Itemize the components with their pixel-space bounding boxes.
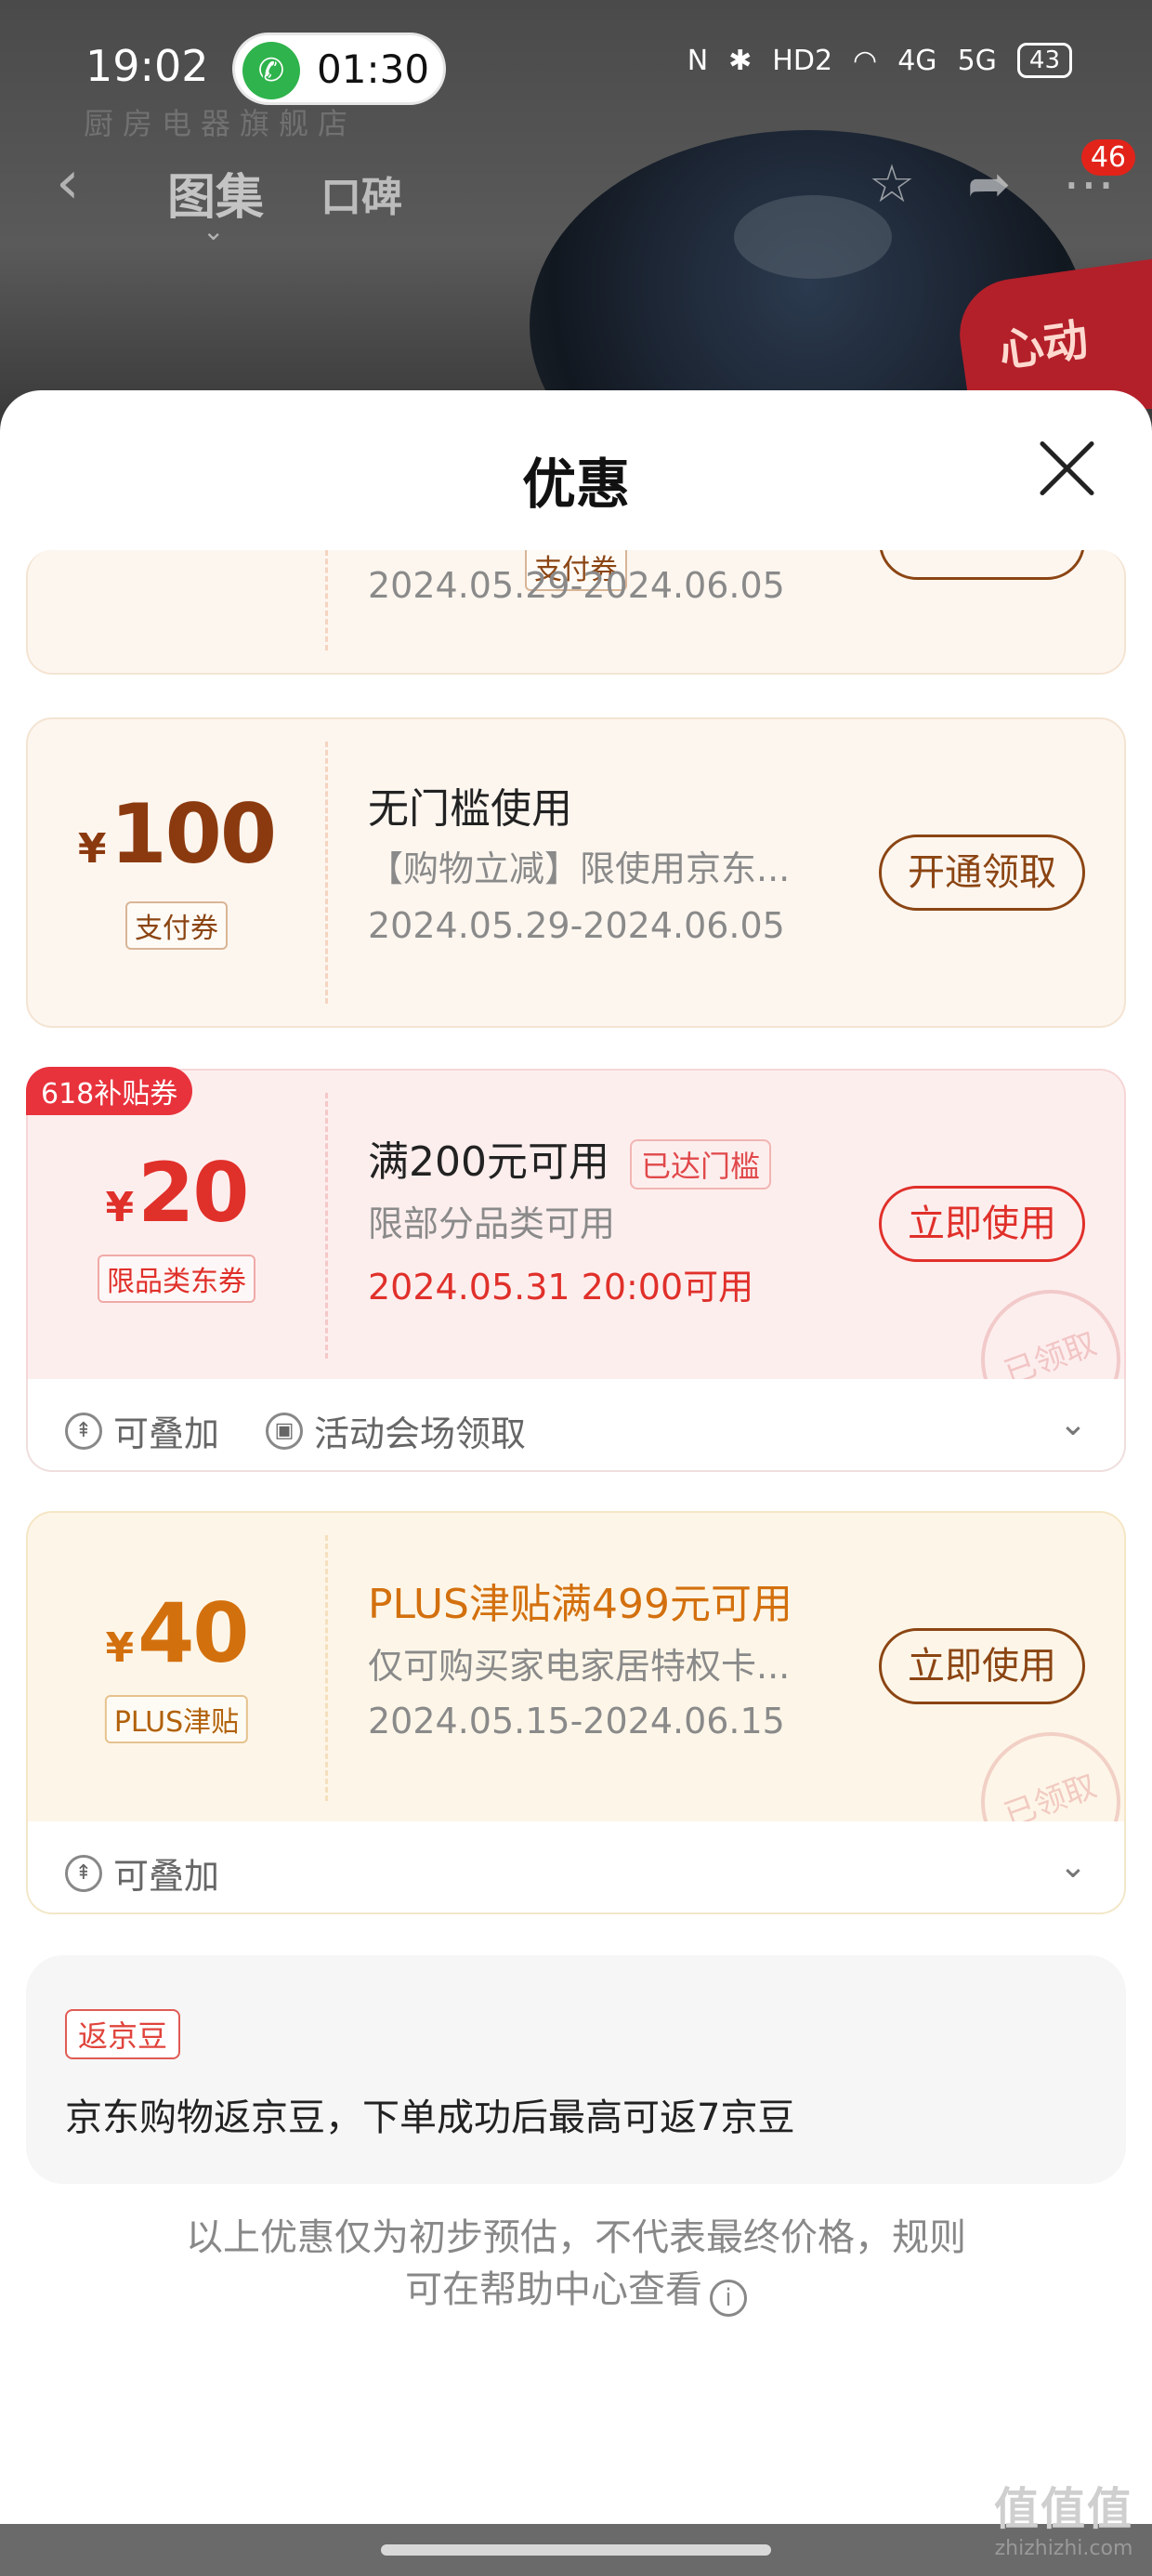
ongoing-call-pill[interactable]: ✆ 01:30 [232, 33, 446, 105]
coupon-type-tag: PLUS津贴 [104, 1695, 249, 1743]
coupon-date: 2024.05.29-2024.06.05 [368, 905, 785, 946]
coupon-type-tag: 支付券 [125, 901, 228, 950]
coupon-amount: ¥40 [105, 1585, 249, 1681]
coupon-desc: 限部分品类可用 [368, 1203, 616, 1244]
coupon-footer: ⇞ 可叠加 ▣ 活动会场领取 ⌄ [26, 1379, 1126, 1472]
coupon-button-partial[interactable] [879, 550, 1085, 580]
coupon-date: 2024.05.15-2024.06.15 [368, 1701, 785, 1741]
claim-source-info: ▣ 活动会场领取 [266, 1405, 526, 1456]
coupon-date: 2024.05.29-2024.06.05 [368, 565, 785, 606]
coupon-card: ¥100 支付券 无门槛使用 【购物立减】限使用京东... 2024.05.29… [26, 717, 1126, 1028]
claimed-stamp: 已领取 [961, 1712, 1124, 1823]
promo-badge-text: 心动 [995, 313, 1092, 378]
use-coupon-button[interactable]: 立即使用 [879, 1628, 1085, 1704]
subsidy-618-badge: 618补贴券 [26, 1067, 193, 1115]
navigation-bar [0, 2524, 1152, 2576]
coupon-type-tag: 限品类东券 [98, 1255, 255, 1303]
nfc-icon: N [687, 44, 709, 77]
coupon-title: 满200元可用 已达门槛 [368, 1128, 771, 1189]
signal-5g-icon: 5G [957, 44, 997, 77]
jd-beans-text: 京东购物返京豆，下单成功后最高可返7京豆 [65, 2096, 795, 2139]
stackable-info: ⇞ 可叠加 [65, 1405, 219, 1456]
back-icon[interactable]: ‹ [56, 149, 80, 217]
stack-icon: ⇞ [65, 1412, 102, 1450]
wifi-icon: ◠ [853, 44, 878, 77]
ticket-icon: ▣ [266, 1412, 303, 1450]
watermark-site: zhizhizhi.com [994, 2537, 1133, 2560]
phone-icon: ✆ [242, 42, 300, 99]
jd-beans-tag: 返京豆 [65, 2009, 181, 2059]
coupon-title: PLUS津贴满499元可用 [368, 1581, 792, 1628]
status-bar: 19:02 ✆ 01:30 N ✱ HD2 ◠ 4G 5G 43 [0, 28, 1152, 112]
coupon-desc: 仅可购买家电家居特权卡... [368, 1646, 791, 1687]
message-count-badge: 46 [1080, 139, 1135, 176]
coupon-card: ¥20 限品类东券 满200元可用 已达门槛 限部分品类可用 2024.05.31… [26, 1069, 1126, 1381]
jd-beans-block: 返京豆 京东购物返京豆，下单成功后最高可返7京豆 [26, 1955, 1126, 2184]
battery-icon: 43 [1016, 43, 1072, 78]
chevron-down-icon: ⌄ [203, 216, 225, 246]
coupon-title: 无门槛使用 [368, 785, 572, 833]
threshold-reached-tag: 已达门槛 [629, 1139, 771, 1189]
watermark-logo: 值值值 [993, 2483, 1133, 2535]
watermark: 值值值 zhizhizhi.com [994, 2472, 1133, 2560]
coupon-card-partial: 支付券 2024.05.29-2024.06.05 [26, 550, 1126, 675]
nav-actions: ☆ ➦ ⋯ [869, 154, 1115, 215]
discount-sheet: 优惠 支付券 2024.05.29-2024.06.05 ¥100 支付券 无门… [0, 390, 1152, 2576]
coupon-desc: 【购物立减】限使用京东... [368, 848, 791, 889]
stack-icon: ⇞ [65, 1854, 102, 1892]
favorite-star-icon[interactable]: ☆ [869, 154, 915, 215]
chevron-down-icon[interactable]: ⌄ [1059, 1405, 1087, 1443]
disclaimer-line-1: 以上优惠仅为初步预估，不代表最终价格，规则 [186, 2216, 966, 2259]
stackable-info: ⇞ 可叠加 [65, 1847, 219, 1899]
home-indicator[interactable] [381, 2544, 771, 2556]
share-icon[interactable]: ➦ [967, 154, 1011, 215]
coupon-amount: ¥20 [105, 1145, 249, 1241]
claim-coupon-button[interactable]: 开通领取 [879, 835, 1085, 911]
coupon-footer: ⇞ 可叠加 ⌄ [26, 1821, 1126, 1914]
signal-4g-icon: 4G [897, 44, 937, 77]
hd-icon: HD2 [772, 44, 833, 77]
tab-reviews[interactable]: 口碑 [321, 164, 402, 223]
close-icon[interactable] [1033, 435, 1100, 502]
claimed-stamp: 已领取 [961, 1269, 1124, 1381]
status-icons: N ✱ HD2 ◠ 4G 5G 43 [687, 43, 1072, 78]
coupon-card: ¥40 PLUS津贴 PLUS津贴满499元可用 仅可购买家电家居特权卡... … [26, 1511, 1126, 1823]
sheet-title: 优惠 [521, 453, 630, 516]
sheet-header: 优惠 [0, 390, 1152, 548]
bluetooth-icon: ✱ [728, 44, 753, 77]
coupon-date: 2024.05.31 20:00可用 [368, 1267, 754, 1308]
call-timer: 01:30 [317, 46, 430, 92]
product-nav-bar: ‹ 图集 ⌄ 口碑 ☆ ➦ ⋯ 46 [0, 139, 1152, 246]
chevron-down-icon[interactable]: ⌄ [1059, 1847, 1087, 1886]
coupon-amount: ¥100 [77, 786, 277, 882]
info-icon[interactable]: i [710, 2280, 747, 2317]
disclaimer-line-2: 可在帮助中心查看 i [0, 2264, 1152, 2317]
use-coupon-button[interactable]: 立即使用 [879, 1186, 1085, 1262]
status-time: 19:02 [85, 41, 209, 91]
disclaimer-note: 以上优惠仅为初步预估，不代表最终价格，规则 可在帮助中心查看 i [0, 2212, 1152, 2317]
